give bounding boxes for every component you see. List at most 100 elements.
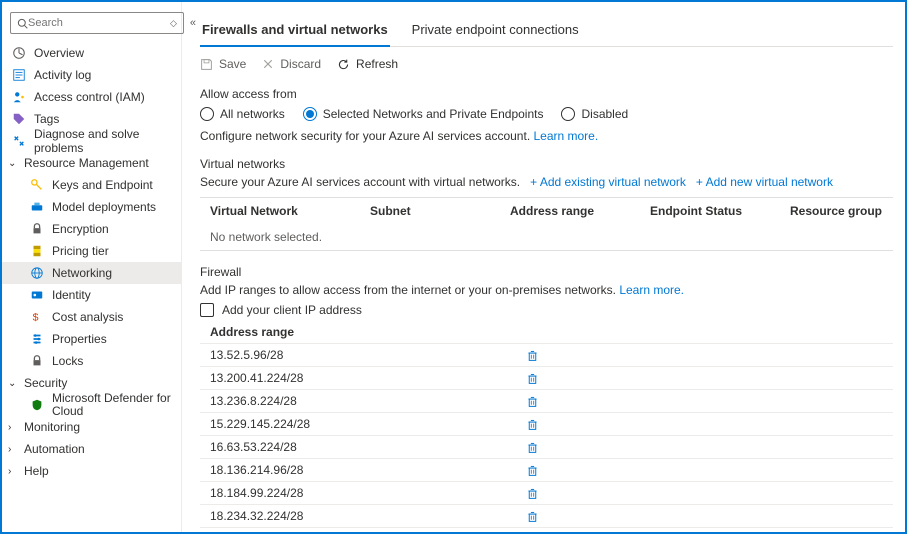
overview-icon (12, 46, 26, 60)
delete-icon[interactable] (526, 418, 539, 431)
lock-icon (30, 222, 44, 236)
nav-group-resource-management[interactable]: ⌄ Resource Management (2, 152, 181, 174)
delete-icon[interactable] (526, 510, 539, 523)
chevron-right-icon: › (8, 466, 18, 477)
delete-icon[interactable] (526, 372, 539, 385)
nav-networking[interactable]: Networking (2, 262, 181, 284)
search-box[interactable]: ◇ (10, 12, 184, 34)
nav-identity[interactable]: Identity (2, 284, 181, 306)
col-subnet: Subnet (370, 204, 510, 218)
networking-tabs: Firewalls and virtual networks Private e… (200, 16, 893, 47)
firewall-ip-value: 16.63.53.224/28 (206, 440, 526, 454)
delete-icon[interactable] (526, 349, 539, 362)
nav-defender[interactable]: Microsoft Defender for Cloud (2, 394, 181, 416)
chevron-right-icon: › (8, 444, 18, 455)
activity-log-icon (12, 68, 26, 82)
add-new-vnet-link[interactable]: + Add new virtual network (696, 175, 833, 189)
nav-properties[interactable]: Properties (2, 328, 181, 350)
firewall-row: 13.236.8.224/28 (200, 389, 893, 412)
filter-icon[interactable]: ◇ (170, 18, 177, 29)
vnet-empty-message: No network selected. (210, 230, 370, 244)
vnet-heading: Virtual networks (200, 157, 893, 171)
add-existing-vnet-link[interactable]: + Add existing virtual network (530, 175, 686, 189)
vnet-secure-text: Secure your Azure AI services account wi… (200, 175, 520, 189)
chevron-down-icon: ⌄ (8, 378, 18, 389)
cost-icon: $ (30, 310, 44, 324)
networking-icon (30, 266, 44, 280)
delete-icon[interactable] (526, 464, 539, 477)
firewall-row: 18.234.32.224/28 (200, 504, 893, 527)
firewall-ip-value: 15.229.145.224/28 (206, 417, 526, 431)
nav-locks[interactable]: Locks (2, 350, 181, 372)
col-address-range: Address range (510, 204, 650, 218)
firewall-heading: Firewall (200, 265, 893, 279)
firewall-ip-value: 18.234.32.224/28 (206, 509, 526, 523)
nav-overview[interactable]: Overview (2, 42, 181, 64)
col-firewall-address-range: Address range (200, 325, 893, 339)
checkbox-add-client-ip[interactable] (200, 303, 214, 317)
nav-group-help[interactable]: › Help (2, 460, 181, 482)
radio-selected-networks[interactable]: Selected Networks and Private Endpoints (303, 107, 544, 121)
firewall-ip-value: 13.236.8.224/28 (206, 394, 526, 408)
save-icon (200, 58, 213, 71)
allow-access-label: Allow access from (200, 87, 893, 101)
search-icon (17, 18, 28, 29)
tags-icon (12, 112, 26, 126)
nav-group-monitoring[interactable]: › Monitoring (2, 416, 181, 438)
delete-icon[interactable] (526, 441, 539, 454)
col-resource-group: Resource group (790, 204, 905, 218)
save-button[interactable]: Save (200, 57, 246, 71)
firewall-row: 18.136.214.96/28 (200, 458, 893, 481)
discard-button[interactable]: Discard (262, 57, 321, 71)
chevron-down-icon: ⌄ (8, 158, 18, 169)
firewall-ip-value: 18.136.214.96/28 (206, 463, 526, 477)
iam-icon (12, 90, 26, 104)
col-endpoint-status: Endpoint Status (650, 204, 790, 218)
nav-keys-endpoint[interactable]: Keys and Endpoint (2, 174, 181, 196)
firewall-ip-value: 13.52.5.96/28 (206, 348, 526, 362)
tab-firewalls[interactable]: Firewalls and virtual networks (200, 16, 390, 47)
tab-private-endpoints[interactable]: Private endpoint connections (410, 16, 581, 46)
nav-cost-analysis[interactable]: $ Cost analysis (2, 306, 181, 328)
deployments-icon (30, 200, 44, 214)
nav-diagnose[interactable]: Diagnose and solve problems (2, 130, 181, 152)
nav-pricing-tier[interactable]: Pricing tier (2, 240, 181, 262)
nav-encryption[interactable]: Encryption (2, 218, 181, 240)
delete-icon[interactable] (526, 395, 539, 408)
firewall-address-table: 13.52.5.96/28 13.200.41.224/28 13.236.8.22… (200, 343, 893, 532)
key-icon (30, 178, 44, 192)
firewall-ip-value: 18.184.99.224/28 (206, 486, 526, 500)
svg-text:$: $ (33, 312, 39, 324)
firewall-row: 18.184.99.224/28 (200, 481, 893, 504)
shield-icon (30, 398, 44, 412)
pricing-icon (30, 244, 44, 258)
firewall-description: Add IP ranges to allow access from the i… (200, 283, 893, 297)
firewall-ip-value: 13.200.41.224/28 (206, 371, 526, 385)
firewall-row: 18.246.31.224/28 (200, 527, 893, 532)
locks-icon (30, 354, 44, 368)
add-client-ip-label: Add your client IP address (222, 303, 362, 317)
sidebar: ◇ « Overview Activity log Access control… (2, 2, 182, 532)
identity-icon (30, 288, 44, 302)
refresh-button[interactable]: Refresh (337, 57, 398, 71)
firewall-row: 15.229.145.224/28 (200, 412, 893, 435)
learn-more-link[interactable]: Learn more. (533, 129, 598, 143)
diagnose-icon (12, 134, 26, 148)
firewall-row: 13.52.5.96/28 (200, 343, 893, 366)
search-input[interactable] (28, 17, 170, 29)
firewall-row: 13.200.41.224/28 (200, 366, 893, 389)
nav-group-automation[interactable]: › Automation (2, 438, 181, 460)
firewall-learn-more-link[interactable]: Learn more. (619, 283, 684, 297)
delete-icon[interactable] (526, 487, 539, 500)
nav-access-control[interactable]: Access control (IAM) (2, 86, 181, 108)
vnet-table: Virtual Network Subnet Address range End… (200, 197, 893, 251)
chevron-right-icon: › (8, 422, 18, 433)
refresh-icon (337, 58, 350, 71)
toolbar: Save Discard Refresh (200, 57, 893, 71)
nav-model-deployments[interactable]: Model deployments (2, 196, 181, 218)
main-content: Firewalls and virtual networks Private e… (182, 2, 905, 532)
firewall-row: 16.63.53.224/28 (200, 435, 893, 458)
radio-disabled[interactable]: Disabled (561, 107, 628, 121)
nav-activity-log[interactable]: Activity log (2, 64, 181, 86)
radio-all-networks[interactable]: All networks (200, 107, 285, 121)
